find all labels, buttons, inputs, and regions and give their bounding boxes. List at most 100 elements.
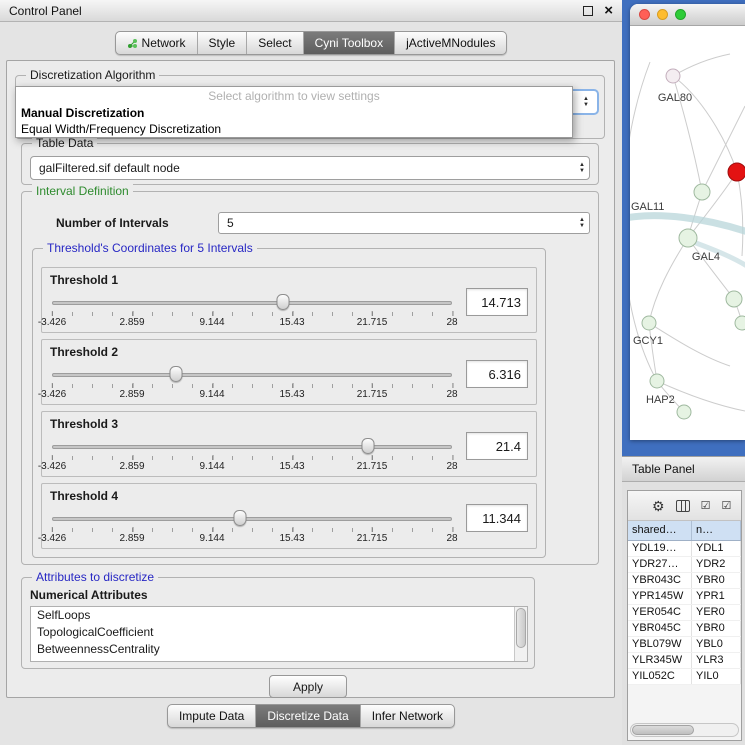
threshold-value-field[interactable]: 6.316 bbox=[466, 360, 528, 388]
slider-ticks: -3.426 2.859 9.144 15.43 21.715 28 bbox=[52, 456, 452, 472]
table-cell[interactable]: YDR2 bbox=[692, 557, 741, 572]
table-row[interactable]: YER054C YER0 bbox=[628, 605, 741, 621]
tab-cyni-toolbox[interactable]: Cyni Toolbox bbox=[304, 32, 395, 54]
threshold-value-field[interactable]: 14.713 bbox=[466, 288, 528, 316]
tab-style[interactable]: Style bbox=[198, 32, 248, 54]
table-cell[interactable]: YER0 bbox=[692, 605, 741, 620]
network-node[interactable] bbox=[642, 316, 656, 330]
table-cell[interactable]: YDL1 bbox=[692, 541, 741, 556]
list-item[interactable]: BetweennessCentrality bbox=[31, 641, 527, 658]
column-header-shared-name[interactable]: shared… bbox=[628, 521, 692, 540]
table-cell[interactable]: YIL0 bbox=[692, 669, 741, 684]
network-canvas[interactable]: GAL80 GAL11 GAL4 GCY1 HAP2 bbox=[630, 26, 745, 440]
apply-button[interactable]: Apply bbox=[269, 675, 347, 698]
select-columns-icon[interactable]: ☑ bbox=[721, 499, 731, 512]
threshold-slider[interactable] bbox=[52, 510, 452, 528]
table-cell[interactable]: YBR045C bbox=[628, 621, 692, 636]
tab-infer-network[interactable]: Infer Network bbox=[361, 705, 454, 727]
threshold-panel: Threshold 4 -3.426 2.859 9.144 15.43 21.… bbox=[41, 483, 537, 549]
list-item[interactable]: SelfLoops bbox=[31, 607, 527, 624]
window-title: Control Panel bbox=[9, 4, 82, 18]
tab-network[interactable]: Network bbox=[116, 32, 198, 54]
slider-track[interactable] bbox=[52, 517, 452, 521]
tab-select[interactable]: Select bbox=[247, 32, 303, 54]
dropdown-option-equal-width-frequency[interactable]: Equal Width/Frequency Discretization bbox=[16, 121, 572, 137]
table-cell[interactable]: YBL0 bbox=[692, 637, 741, 652]
table-row[interactable]: YDL19… YDL1 bbox=[628, 541, 741, 557]
slider-thumb[interactable] bbox=[276, 294, 289, 310]
table-cell[interactable]: YBL079W bbox=[628, 637, 692, 652]
slider-thumb[interactable] bbox=[361, 438, 374, 454]
horizontal-scrollbar[interactable] bbox=[630, 723, 739, 737]
table-cell[interactable]: YBR0 bbox=[692, 621, 741, 636]
selected-network-node[interactable] bbox=[728, 163, 745, 181]
table-row[interactable]: YDR27… YDR2 bbox=[628, 557, 741, 573]
table-cell[interactable]: YIL052C bbox=[628, 669, 692, 684]
table-cell[interactable]: YPR1 bbox=[692, 589, 741, 604]
network-node-label: GAL4 bbox=[692, 251, 720, 263]
threshold-value-field[interactable]: 11.344 bbox=[466, 504, 528, 532]
network-node[interactable] bbox=[666, 69, 680, 83]
slider-track[interactable] bbox=[52, 445, 452, 449]
table-cell[interactable]: YLR345W bbox=[628, 653, 692, 668]
table-data-combobox[interactable]: galFiltered.sif default node ▲ ▼ bbox=[30, 156, 590, 180]
table-cell[interactable]: YBR0 bbox=[692, 573, 741, 588]
table-cell[interactable]: YBR043C bbox=[628, 573, 692, 588]
tick-label: 28 bbox=[446, 461, 457, 472]
columns-icon[interactable] bbox=[676, 500, 690, 512]
threshold-panel: Threshold 3 -3.426 2.859 9.144 15.43 21.… bbox=[41, 411, 537, 477]
table-cell[interactable]: YDR27… bbox=[628, 557, 692, 572]
float-window-icon[interactable] bbox=[583, 6, 593, 16]
table-data-value: galFiltered.sif default node bbox=[39, 161, 575, 175]
network-node[interactable] bbox=[694, 184, 710, 200]
table-cell[interactable]: YER054C bbox=[628, 605, 692, 620]
numerical-attributes-list: SelfLoops TopologicalCoefficient Between… bbox=[30, 606, 528, 662]
window-minimize-button[interactable] bbox=[657, 9, 668, 20]
scrollbar-thumb[interactable] bbox=[632, 725, 694, 735]
column-header-name[interactable]: n… bbox=[692, 521, 741, 540]
network-node[interactable] bbox=[677, 405, 691, 419]
tab-discretize-data[interactable]: Discretize Data bbox=[256, 705, 360, 727]
dropdown-option-manual-discretization[interactable]: Manual Discretization bbox=[16, 105, 572, 121]
threshold-slider[interactable] bbox=[52, 438, 452, 456]
threshold-value-field[interactable]: 21.4 bbox=[466, 432, 528, 460]
slider-thumb[interactable] bbox=[233, 510, 246, 526]
table-row[interactable]: YBR043C YBR0 bbox=[628, 573, 741, 589]
network-node[interactable] bbox=[679, 229, 697, 247]
group-title: Discretization Algorithm bbox=[26, 68, 159, 82]
number-of-intervals-spinner[interactable]: 5 ▲ ▼ bbox=[218, 212, 590, 234]
table-cell[interactable]: YDL19… bbox=[628, 541, 692, 556]
table-data-group: Table Data galFiltered.sif default node … bbox=[21, 143, 599, 185]
scrollbar[interactable] bbox=[514, 607, 527, 661]
table-row[interactable]: YLR345W YLR3 bbox=[628, 653, 741, 669]
tick-label: -3.426 bbox=[38, 461, 66, 472]
tab-impute-data[interactable]: Impute Data bbox=[168, 705, 256, 727]
slider-thumb[interactable] bbox=[169, 366, 182, 382]
close-icon[interactable]: × bbox=[604, 6, 613, 16]
table-cell[interactable]: YPR145W bbox=[628, 589, 692, 604]
table-row[interactable]: YIL052C YIL0 bbox=[628, 669, 741, 685]
tick-label: 2.859 bbox=[119, 533, 144, 544]
table-row[interactable]: YBL079W YBL0 bbox=[628, 637, 741, 653]
table-cell[interactable]: YLR3 bbox=[692, 653, 741, 668]
tick-label: 15.43 bbox=[279, 389, 304, 400]
tick-label: 2.859 bbox=[119, 389, 144, 400]
slider-track[interactable] bbox=[52, 301, 452, 305]
minor-ticks bbox=[52, 456, 452, 460]
select-all-icon[interactable]: ☑ bbox=[701, 499, 711, 512]
threshold-slider[interactable] bbox=[52, 294, 452, 312]
slider-track[interactable] bbox=[52, 373, 452, 377]
network-node[interactable] bbox=[735, 316, 745, 330]
network-node[interactable] bbox=[726, 291, 742, 307]
window-close-button[interactable] bbox=[639, 9, 650, 20]
tab-jactivemnodules[interactable]: jActiveMNodules bbox=[395, 32, 506, 54]
list-item[interactable]: TopologicalCoefficient bbox=[31, 624, 527, 641]
table-row[interactable]: YPR145W YPR1 bbox=[628, 589, 741, 605]
network-node[interactable] bbox=[650, 374, 664, 388]
gear-icon[interactable]: ⚙ bbox=[652, 499, 665, 513]
threshold-slider[interactable] bbox=[52, 366, 452, 384]
scrollbar-thumb[interactable] bbox=[516, 608, 526, 648]
table-row[interactable]: YBR045C YBR0 bbox=[628, 621, 741, 637]
threshold-label: Threshold 3 bbox=[50, 417, 118, 431]
window-zoom-button[interactable] bbox=[675, 9, 686, 20]
